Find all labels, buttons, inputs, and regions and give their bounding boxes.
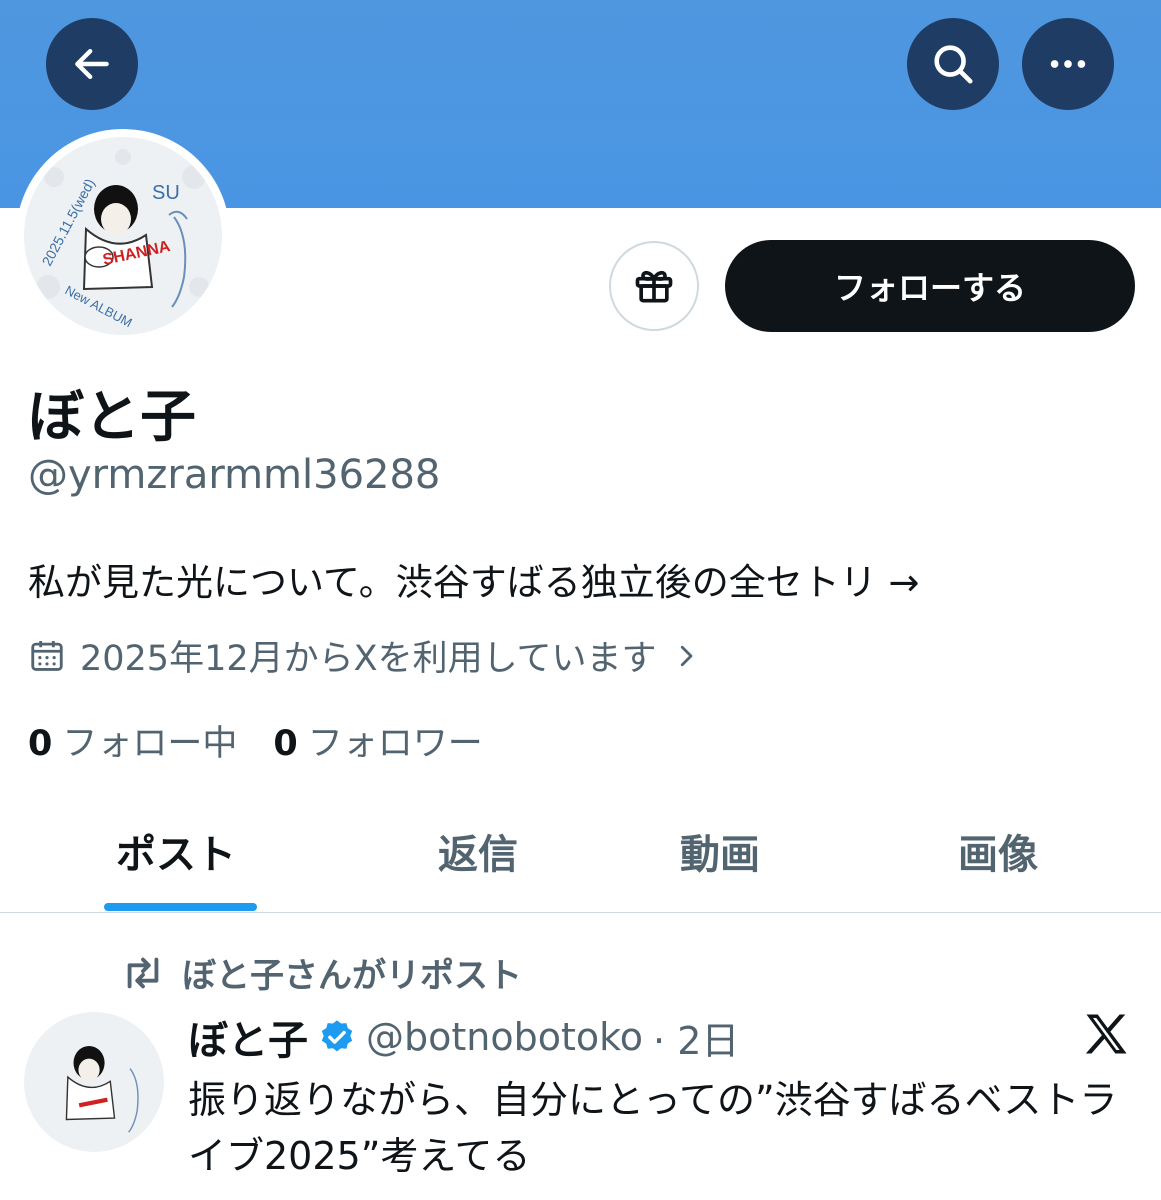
repost-icon [127, 957, 159, 988]
follow-button[interactable]: フォローする [725, 240, 1135, 332]
tab-posts[interactable]: ポスト [116, 822, 236, 880]
x-logo-icon [1085, 1014, 1127, 1054]
search-button[interactable] [907, 18, 999, 110]
profile-handle: @yrmzrarmml36288 [28, 452, 441, 498]
active-tab-indicator [104, 903, 257, 911]
profile-display-name: ぼと子 [28, 385, 196, 450]
followers-stat[interactable]: 0 フォロワー [273, 715, 482, 766]
post-time[interactable]: · 2日 [653, 1010, 739, 1065]
avatar-image: 2025.11.5(wed) SU SHANNA New ALBUM [24, 137, 222, 335]
joined-date[interactable]: 2025年12月からXを利用しています [28, 630, 701, 681]
repost-context[interactable]: ぼと子さんがリポスト [120, 948, 522, 997]
gift-button[interactable] [609, 241, 699, 331]
chevron-right-icon [680, 645, 692, 666]
search-icon [934, 45, 973, 84]
profile-avatar[interactable]: 2025.11.5(wed) SU SHANNA New ALBUM [16, 129, 230, 343]
post-author-name[interactable]: ぼと子 [188, 1008, 308, 1066]
followers-count: 0 [273, 724, 298, 764]
back-button[interactable] [46, 18, 138, 110]
post-body[interactable]: 振り返りながら、自分にとっての”渋谷すばるベストライブ2025”考えてる [188, 1072, 1138, 1184]
repost-label: ぼと子さんがリポスト [182, 956, 522, 996]
profile-bio[interactable]: 私が見た光について。渋谷すばる独立後の全セトリ → [28, 552, 920, 606]
svg-text:SU: SU [152, 182, 180, 204]
followers-label: フォロワー [307, 724, 483, 764]
verified-badge-icon[interactable] [318, 1018, 356, 1056]
post-author-handle[interactable]: @botnobotoko [366, 1015, 643, 1059]
following-count: 0 [28, 724, 53, 764]
follow-stats: 0 フォロー中 0 フォロワー [28, 715, 483, 766]
tab-replies[interactable]: 返信 [438, 822, 518, 880]
post-author-avatar[interactable] [24, 1012, 164, 1152]
more-button[interactable] [1022, 18, 1114, 110]
gift-icon [635, 270, 673, 303]
post-header: ぼと子 @botnobotoko · 2日 [188, 1008, 739, 1066]
joined-text: 2025年12月からXを利用しています [80, 639, 657, 679]
profile-tabs: ポスト 返信 動画 画像 [0, 800, 1161, 913]
calendar-icon [31, 640, 63, 671]
following-label: フォロー中 [62, 724, 238, 764]
more-horizontal-icon [1050, 60, 1086, 68]
arrow-left-icon [75, 48, 109, 80]
tab-videos[interactable]: 動画 [680, 822, 760, 880]
following-stat[interactable]: 0 フォロー中 [28, 715, 237, 766]
tab-images[interactable]: 画像 [958, 822, 1038, 880]
